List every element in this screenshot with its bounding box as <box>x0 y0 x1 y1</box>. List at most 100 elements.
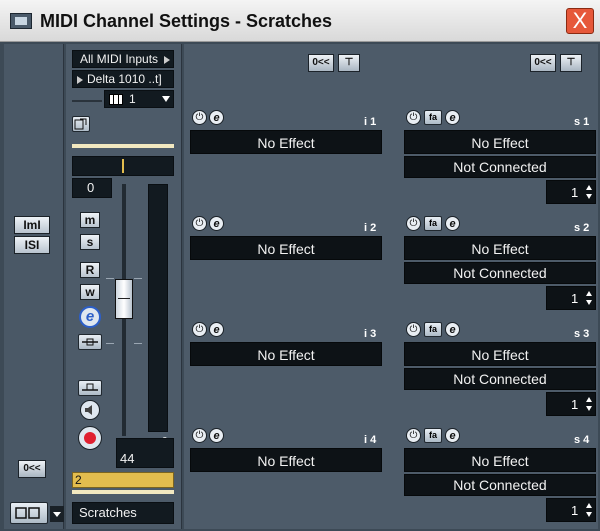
send-slot-label: s 4 <box>574 434 590 446</box>
record-button[interactable] <box>78 426 102 450</box>
send-edit-icon[interactable]: e <box>445 216 460 231</box>
insert-power-icon[interactable]: ⏻ <box>192 322 207 337</box>
send-effect-selector[interactable]: No Effect <box>404 342 596 366</box>
midi-channel-value: 1 <box>129 92 136 106</box>
dropdown-arrow-icon[interactable] <box>50 506 64 522</box>
chevron-right-icon <box>164 56 170 64</box>
spinner-arrows-icon[interactable] <box>585 184 593 200</box>
midi-channel-selector[interactable]: 1 <box>104 90 174 108</box>
track-name: Scratches <box>72 502 174 524</box>
keyboard-icon <box>109 94 123 105</box>
send-edit-icon[interactable]: e <box>445 322 460 337</box>
edit-instrument-button[interactable]: e <box>79 306 101 328</box>
send-edit-icon[interactable]: e <box>445 110 460 125</box>
insert-slot-label: i 4 <box>364 434 377 446</box>
insert-effect-selector[interactable]: No Effect <box>190 130 382 154</box>
insert-power-icon[interactable]: ⏻ <box>192 428 207 443</box>
chevron-right-icon <box>77 76 83 84</box>
send-effect-selector[interactable]: No Effect <box>404 448 596 472</box>
insert-edit-icon[interactable]: e <box>209 428 224 443</box>
send-value: 1 <box>571 503 579 518</box>
insert-power-icon[interactable]: ⏻ <box>192 216 207 231</box>
chevron-down-icon <box>162 96 170 102</box>
insert-edit-icon[interactable]: e <box>209 322 224 337</box>
write-automation-button[interactable]: w <box>80 284 100 300</box>
send-power-icon[interactable]: ⏻ <box>406 428 421 443</box>
input-selector[interactable]: All MIDI Inputs <box>72 50 174 68</box>
sends-bypass-button[interactable]: ⊤ <box>560 54 582 72</box>
title-bar[interactable]: MIDI Channel Settings - Scratches X <box>0 0 600 42</box>
send-value: 1 <box>571 291 579 306</box>
level-meter <box>148 184 168 432</box>
send-effect-selector[interactable]: No Effect <box>404 130 596 154</box>
send-slot-label: s 1 <box>574 116 590 128</box>
effects-rack: 0<< ⊤ 0<< ⊤ ⏻ e i 1 No Effect ⏻ e i 2 No… <box>184 44 598 529</box>
send-connection-selector[interactable]: Not Connected <box>404 262 596 284</box>
reset-button[interactable]: 0<< <box>18 460 46 478</box>
send-value-spinner[interactable]: 1 <box>546 392 596 416</box>
fader-grip <box>118 298 130 299</box>
insert-effect-selector[interactable]: No Effect <box>190 342 382 366</box>
input-transformer-button[interactable] <box>78 380 102 396</box>
fader-tick <box>134 343 142 344</box>
insert-effect-selector[interactable]: No Effect <box>190 448 382 472</box>
inserts-view-button[interactable]: ImI <box>14 216 50 234</box>
window-title: MIDI Channel Settings - Scratches <box>40 11 333 31</box>
send-edit-icon[interactable]: e <box>445 428 460 443</box>
insert-slot-label: i 2 <box>364 222 377 234</box>
monitor-button[interactable] <box>78 334 102 350</box>
pan-control[interactable] <box>72 156 174 176</box>
mute-button[interactable]: m <box>80 212 100 228</box>
spinner-arrows-icon[interactable] <box>585 502 593 518</box>
input-label: All MIDI Inputs <box>80 52 159 66</box>
transformer-icon <box>82 383 98 391</box>
solo-button[interactable]: s <box>80 234 100 250</box>
spinner-arrows-icon[interactable] <box>585 396 593 412</box>
send-value-spinner[interactable]: 1 <box>546 498 596 522</box>
fader-tick <box>134 278 142 279</box>
send-power-icon[interactable]: ⏻ <box>406 216 421 231</box>
sends-reset-button[interactable]: 0<< <box>530 54 556 72</box>
insert-power-icon[interactable]: ⏻ <box>192 110 207 125</box>
pan-indicator <box>122 159 124 173</box>
send-connection-selector[interactable]: Not Connected <box>404 156 596 178</box>
speaker-icon <box>85 405 92 415</box>
output-label: Delta 1010 ..t] <box>87 72 162 86</box>
app-icon <box>10 13 32 29</box>
fader-tick <box>106 343 114 344</box>
left-strip: ImI ISI 0<< <box>4 44 64 529</box>
send-power-icon[interactable]: ⏻ <box>406 110 421 125</box>
send-connection-selector[interactable]: Not Connected <box>404 474 596 496</box>
export-icon <box>74 118 87 130</box>
track-number: 2 <box>72 472 174 488</box>
prefader-icon[interactable]: fa <box>424 216 442 231</box>
insert-edit-icon[interactable]: e <box>209 110 224 125</box>
insert-effect-selector[interactable]: No Effect <box>190 236 382 260</box>
prefader-icon[interactable]: fa <box>424 322 442 337</box>
send-value-spinner[interactable]: 1 <box>546 286 596 310</box>
inserts-bypass-button[interactable]: ⊤ <box>338 54 360 72</box>
read-automation-button[interactable]: R <box>80 262 100 278</box>
inserts-reset-button[interactable]: 0<< <box>308 54 334 72</box>
prefader-icon[interactable]: fa <box>424 110 442 125</box>
output-selector[interactable]: Delta 1010 ..t] <box>72 70 174 88</box>
edit-channel-button[interactable] <box>72 116 90 132</box>
insert-edit-icon[interactable]: e <box>209 216 224 231</box>
prefader-icon[interactable]: fa <box>424 428 442 443</box>
copy-settings-icon[interactable] <box>10 502 48 524</box>
close-button[interactable]: X <box>566 8 594 34</box>
send-power-icon[interactable]: ⏻ <box>406 322 421 337</box>
track-color-bar <box>72 144 174 148</box>
speaker-button[interactable] <box>80 400 100 420</box>
volume-fader-handle[interactable] <box>115 279 133 319</box>
divider <box>72 100 102 102</box>
record-icon <box>84 432 96 444</box>
send-value-spinner[interactable]: 1 <box>546 180 596 204</box>
spinner-arrows-icon[interactable] <box>585 290 593 306</box>
sends-view-button[interactable]: ISI <box>14 236 50 254</box>
send-effect-selector[interactable]: No Effect <box>404 236 596 260</box>
send-connection-selector[interactable]: Not Connected <box>404 368 596 390</box>
insert-slot-label: i 3 <box>364 328 377 340</box>
fader-tick <box>106 278 114 279</box>
volume-value: 44 <box>116 438 174 468</box>
